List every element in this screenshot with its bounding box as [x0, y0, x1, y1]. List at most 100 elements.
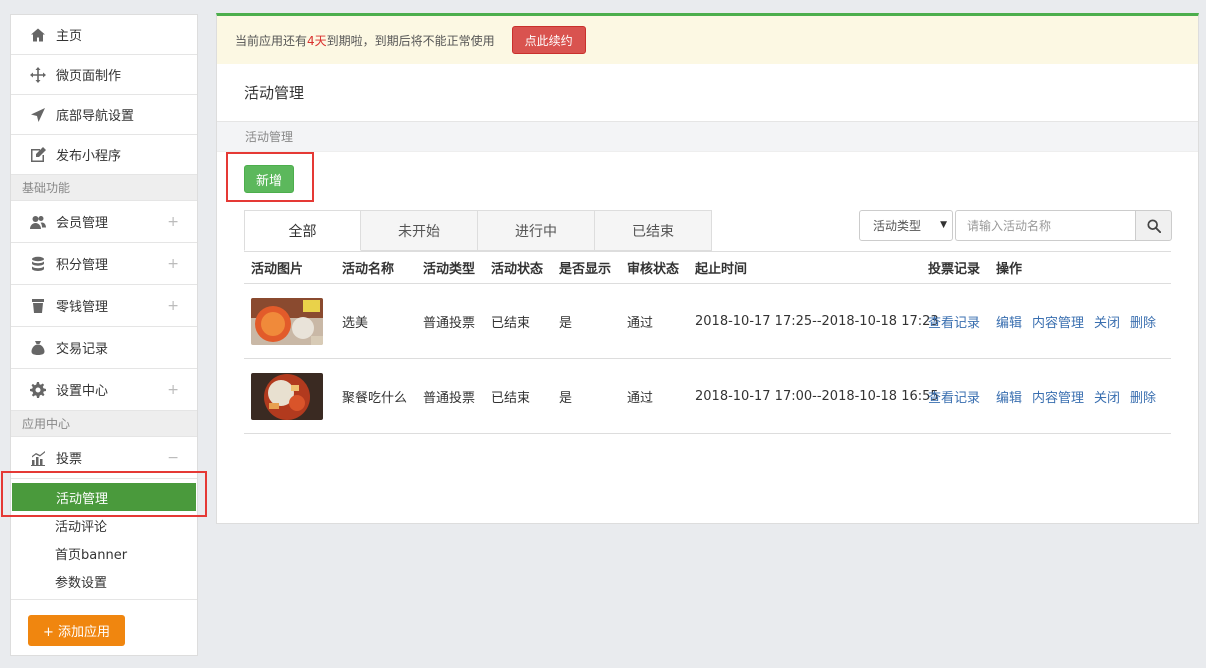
cell-type: 普通投票: [423, 315, 476, 331]
activity-table: 活动图片 活动名称 活动类型 活动状态 是否显示 审核状态 起止时间 投票记录 …: [244, 251, 1171, 434]
sidebar-subitem-home-banner[interactable]: 首页banner: [11, 539, 197, 567]
cell-time: 2018-10-17 17:00--2018-10-18 16:55: [695, 388, 939, 404]
home-icon: [29, 26, 47, 44]
expiry-notice: 当前应用还有 4天 到期啦，到期后将不能正常使用 点此续约: [217, 16, 1198, 64]
sidebar-item-settings[interactable]: 设置中心 +: [11, 369, 197, 411]
bar-chart-icon: [29, 449, 47, 467]
sidebar-item-label: 设置中心: [56, 384, 109, 399]
users-icon: [29, 213, 47, 231]
sidebar-subitem-param-settings[interactable]: 参数设置: [11, 567, 197, 595]
search-icon: [1146, 218, 1161, 233]
sidebar-item-micropage[interactable]: 微页面制作: [11, 55, 197, 95]
header-name: 活动名称: [342, 262, 395, 277]
caret-down-icon: ▼: [940, 220, 947, 230]
activity-thumbnail-image: [251, 372, 323, 420]
collapse-icon[interactable]: −: [167, 450, 179, 466]
edit-link[interactable]: 编辑: [996, 316, 1022, 331]
notice-suffix: 到期啦，到期后将不能正常使用: [326, 33, 495, 48]
renew-button[interactable]: 点此续约: [511, 26, 586, 54]
sidebar-item-publish[interactable]: 发布小程序: [11, 135, 197, 175]
activity-type-select[interactable]: 活动类型 ▼: [859, 210, 953, 241]
sidebar-item-label: 微页面制作: [56, 69, 122, 84]
content-manage-link[interactable]: 内容管理: [1032, 391, 1084, 406]
cup-icon: [29, 297, 47, 315]
money-bag-icon: [29, 339, 47, 357]
sidebar-item-change[interactable]: 零钱管理 +: [11, 285, 197, 327]
add-app-button[interactable]: + 添加应用: [28, 615, 125, 646]
expand-icon[interactable]: +: [167, 382, 179, 398]
highlight-box-sidebar: [1, 471, 207, 517]
sidebar-item-points[interactable]: 积分管理 +: [11, 243, 197, 285]
filter-bar: 活动类型 ▼: [859, 210, 1172, 241]
cell-name: 聚餐吃什么: [342, 390, 408, 406]
main-panel: 当前应用还有 4天 到期啦，到期后将不能正常使用 点此续约 活动管理 活动管理 新增…: [216, 13, 1199, 524]
cell-actions: 编辑 内容管理 关闭 删除: [989, 387, 1171, 406]
sidebar-item-label: 零钱管理: [56, 300, 109, 315]
expand-icon[interactable]: +: [167, 256, 179, 272]
table-row: 聚餐吃什么 普通投票 已结束 是 通过 2018-10-17 17:00--20…: [244, 359, 1171, 434]
view-record-link[interactable]: 查看记录: [928, 316, 980, 331]
page-title: 活动管理: [217, 64, 1198, 122]
expand-icon[interactable]: +: [167, 298, 179, 314]
header-show: 是否显示: [559, 262, 612, 277]
section-title-apps: 应用中心: [11, 411, 197, 437]
expand-icon[interactable]: +: [167, 214, 179, 230]
tab-in-progress[interactable]: 进行中: [478, 210, 595, 251]
notice-prefix: 当前应用还有: [235, 33, 308, 48]
highlight-box-add: [226, 152, 314, 202]
sidebar-item-label: 会员管理: [56, 216, 109, 231]
header-time: 起止时间: [695, 262, 748, 277]
cell-time: 2018-10-17 17:25--2018-10-18 17:23: [695, 313, 939, 329]
cell-audit: 通过: [627, 315, 654, 331]
sidebar-item-bottom-nav[interactable]: 底部导航设置: [11, 95, 197, 135]
close-link[interactable]: 关闭: [1094, 391, 1120, 406]
cell-record: 查看记录: [921, 387, 989, 406]
status-tabs: 全部 未开始 进行中 已结束: [244, 210, 712, 251]
close-link[interactable]: 关闭: [1094, 316, 1120, 331]
cell-show: 是: [559, 390, 573, 406]
activity-name-search-input[interactable]: [955, 210, 1135, 241]
header-image: 活动图片: [251, 262, 304, 277]
section-title-basic: 基础功能: [11, 175, 197, 201]
sidebar-item-label: 主页: [56, 29, 83, 44]
cell-status: 已结束: [491, 390, 531, 406]
search-button[interactable]: [1135, 210, 1172, 241]
view-record-link[interactable]: 查看记录: [928, 391, 980, 406]
cell-show: 是: [559, 315, 573, 331]
sidebar-item-members[interactable]: 会员管理 +: [11, 201, 197, 243]
gear-icon: [29, 381, 47, 399]
cell-name: 选美: [342, 315, 369, 331]
header-actions: 操作: [996, 262, 1023, 277]
activity-thumbnail-image: [251, 297, 323, 345]
delete-link[interactable]: 删除: [1130, 316, 1156, 331]
edit-link[interactable]: 编辑: [996, 391, 1022, 406]
sidebar-item-label: 底部导航设置: [56, 109, 135, 124]
cell-image: [244, 372, 335, 420]
tab-ended[interactable]: 已结束: [595, 210, 712, 251]
header-record: 投票记录: [928, 262, 981, 277]
cell-image: [244, 297, 335, 345]
move-icon: [29, 66, 47, 84]
cell-status: 已结束: [491, 315, 531, 331]
breadcrumb: 活动管理: [217, 122, 1198, 152]
cell-actions: 编辑 内容管理 关闭 删除: [989, 312, 1171, 331]
tab-all[interactable]: 全部: [244, 210, 361, 251]
sidebar-item-label: 发布小程序: [56, 149, 122, 164]
sidebar-item-transactions[interactable]: 交易记录: [11, 327, 197, 369]
cell-audit: 通过: [627, 390, 654, 406]
table-row: 选美 普通投票 已结束 是 通过 2018-10-17 17:25--2018-…: [244, 284, 1171, 359]
tab-not-started[interactable]: 未开始: [361, 210, 478, 251]
edit-icon: [29, 146, 47, 164]
header-type: 活动类型: [423, 262, 476, 277]
header-status: 活动状态: [491, 262, 544, 277]
table-header: 活动图片 活动名称 活动类型 活动状态 是否显示 审核状态 起止时间 投票记录 …: [244, 251, 1171, 284]
database-icon: [29, 255, 47, 273]
cell-type: 普通投票: [423, 390, 476, 406]
content-manage-link[interactable]: 内容管理: [1032, 316, 1084, 331]
sidebar-item-home[interactable]: 主页: [11, 15, 197, 55]
notice-days: 4天: [307, 33, 327, 48]
sidebar: 主页 微页面制作 底部导航设置 发布小程序 基础功能 会员管理 + 积分管理 +…: [10, 14, 198, 656]
sidebar-item-label: 积分管理: [56, 258, 109, 273]
delete-link[interactable]: 删除: [1130, 391, 1156, 406]
sidebar-item-label: 投票: [56, 452, 83, 467]
